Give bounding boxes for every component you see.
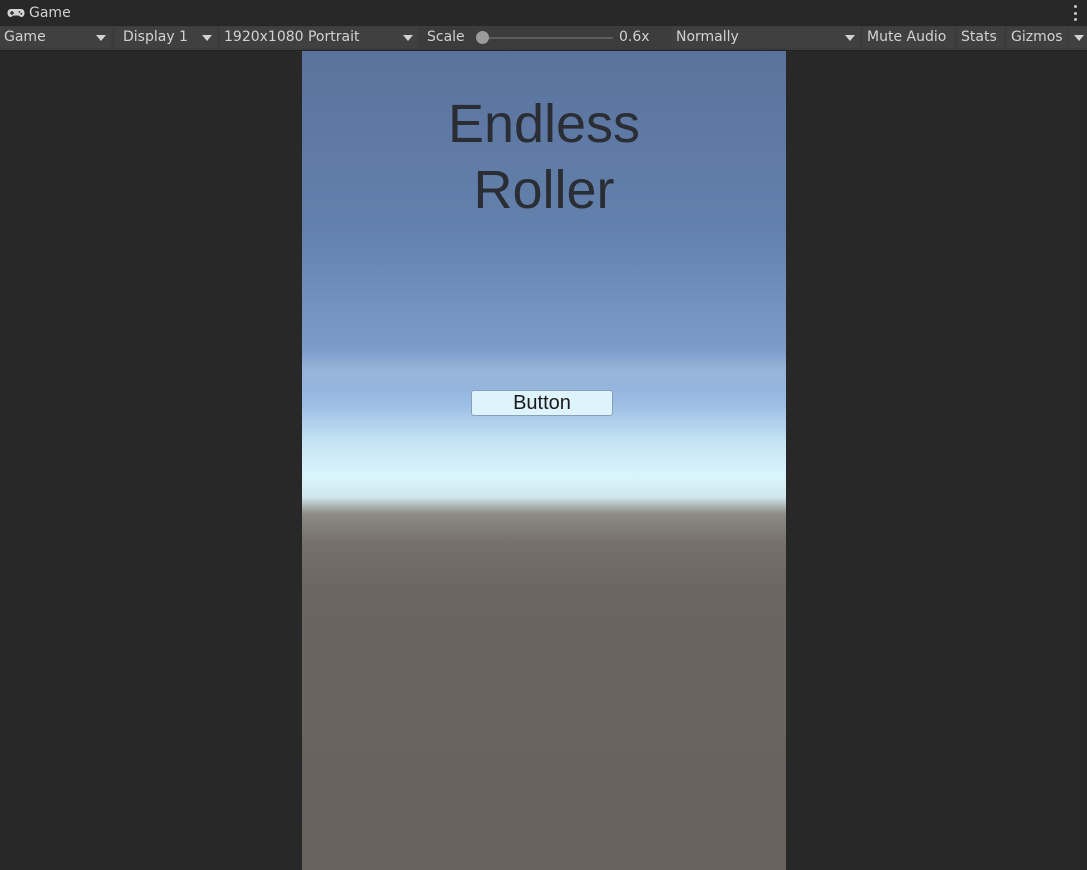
stats-label: Stats xyxy=(961,29,997,45)
game-window: Game Game Display 1 1920x1080 Portrait S… xyxy=(0,0,1087,870)
mute-audio-toggle[interactable]: Mute Audio xyxy=(863,27,954,48)
sky-haze xyxy=(302,351,786,391)
play-mode-label: Normally xyxy=(676,29,739,45)
gamepad-icon xyxy=(7,8,25,18)
stats-toggle[interactable]: Stats xyxy=(957,27,1004,48)
tab-label: Game xyxy=(29,5,71,21)
game-toolbar: Game Display 1 1920x1080 Portrait Scale … xyxy=(0,26,1087,51)
chevron-down-icon xyxy=(845,35,855,41)
game-title-line-1: Endless xyxy=(447,94,641,154)
scale-slider-track[interactable] xyxy=(477,37,613,39)
game-title-line-2: Roller xyxy=(473,160,615,220)
scale-slider-thumb[interactable] xyxy=(476,31,489,44)
game-viewport[interactable]: Endless Roller Button xyxy=(302,51,786,870)
play-mode-dropdown[interactable]: Normally xyxy=(672,27,860,48)
chevron-down-icon xyxy=(96,35,106,41)
view-mode-dropdown[interactable]: Game xyxy=(0,27,111,48)
tab-game[interactable]: Game xyxy=(7,5,71,21)
display-dropdown[interactable]: Display 1 xyxy=(115,27,217,48)
chevron-down-icon xyxy=(1074,35,1084,41)
scale-control: Scale 0.6x xyxy=(421,27,666,48)
scale-value: 0.6x xyxy=(619,29,650,45)
gizmos-dropdown[interactable] xyxy=(1069,27,1087,48)
display-label: Display 1 xyxy=(123,29,188,45)
scale-label: Scale xyxy=(427,29,465,45)
tab-header: Game xyxy=(0,0,1087,26)
chevron-down-icon xyxy=(202,35,212,41)
gizmos-toggle[interactable]: Gizmos xyxy=(1007,27,1067,48)
resolution-dropdown[interactable]: 1920x1080 Portrait xyxy=(220,27,418,48)
mute-audio-label: Mute Audio xyxy=(867,29,947,45)
gizmos-label: Gizmos xyxy=(1011,29,1063,45)
view-mode-label: Game xyxy=(4,29,46,45)
chevron-down-icon xyxy=(403,35,413,41)
resolution-label: 1920x1080 Portrait xyxy=(224,29,360,45)
start-button[interactable]: Button xyxy=(471,390,613,416)
game-title: Endless Roller xyxy=(302,91,786,223)
kebab-menu-icon[interactable] xyxy=(1071,4,1079,22)
